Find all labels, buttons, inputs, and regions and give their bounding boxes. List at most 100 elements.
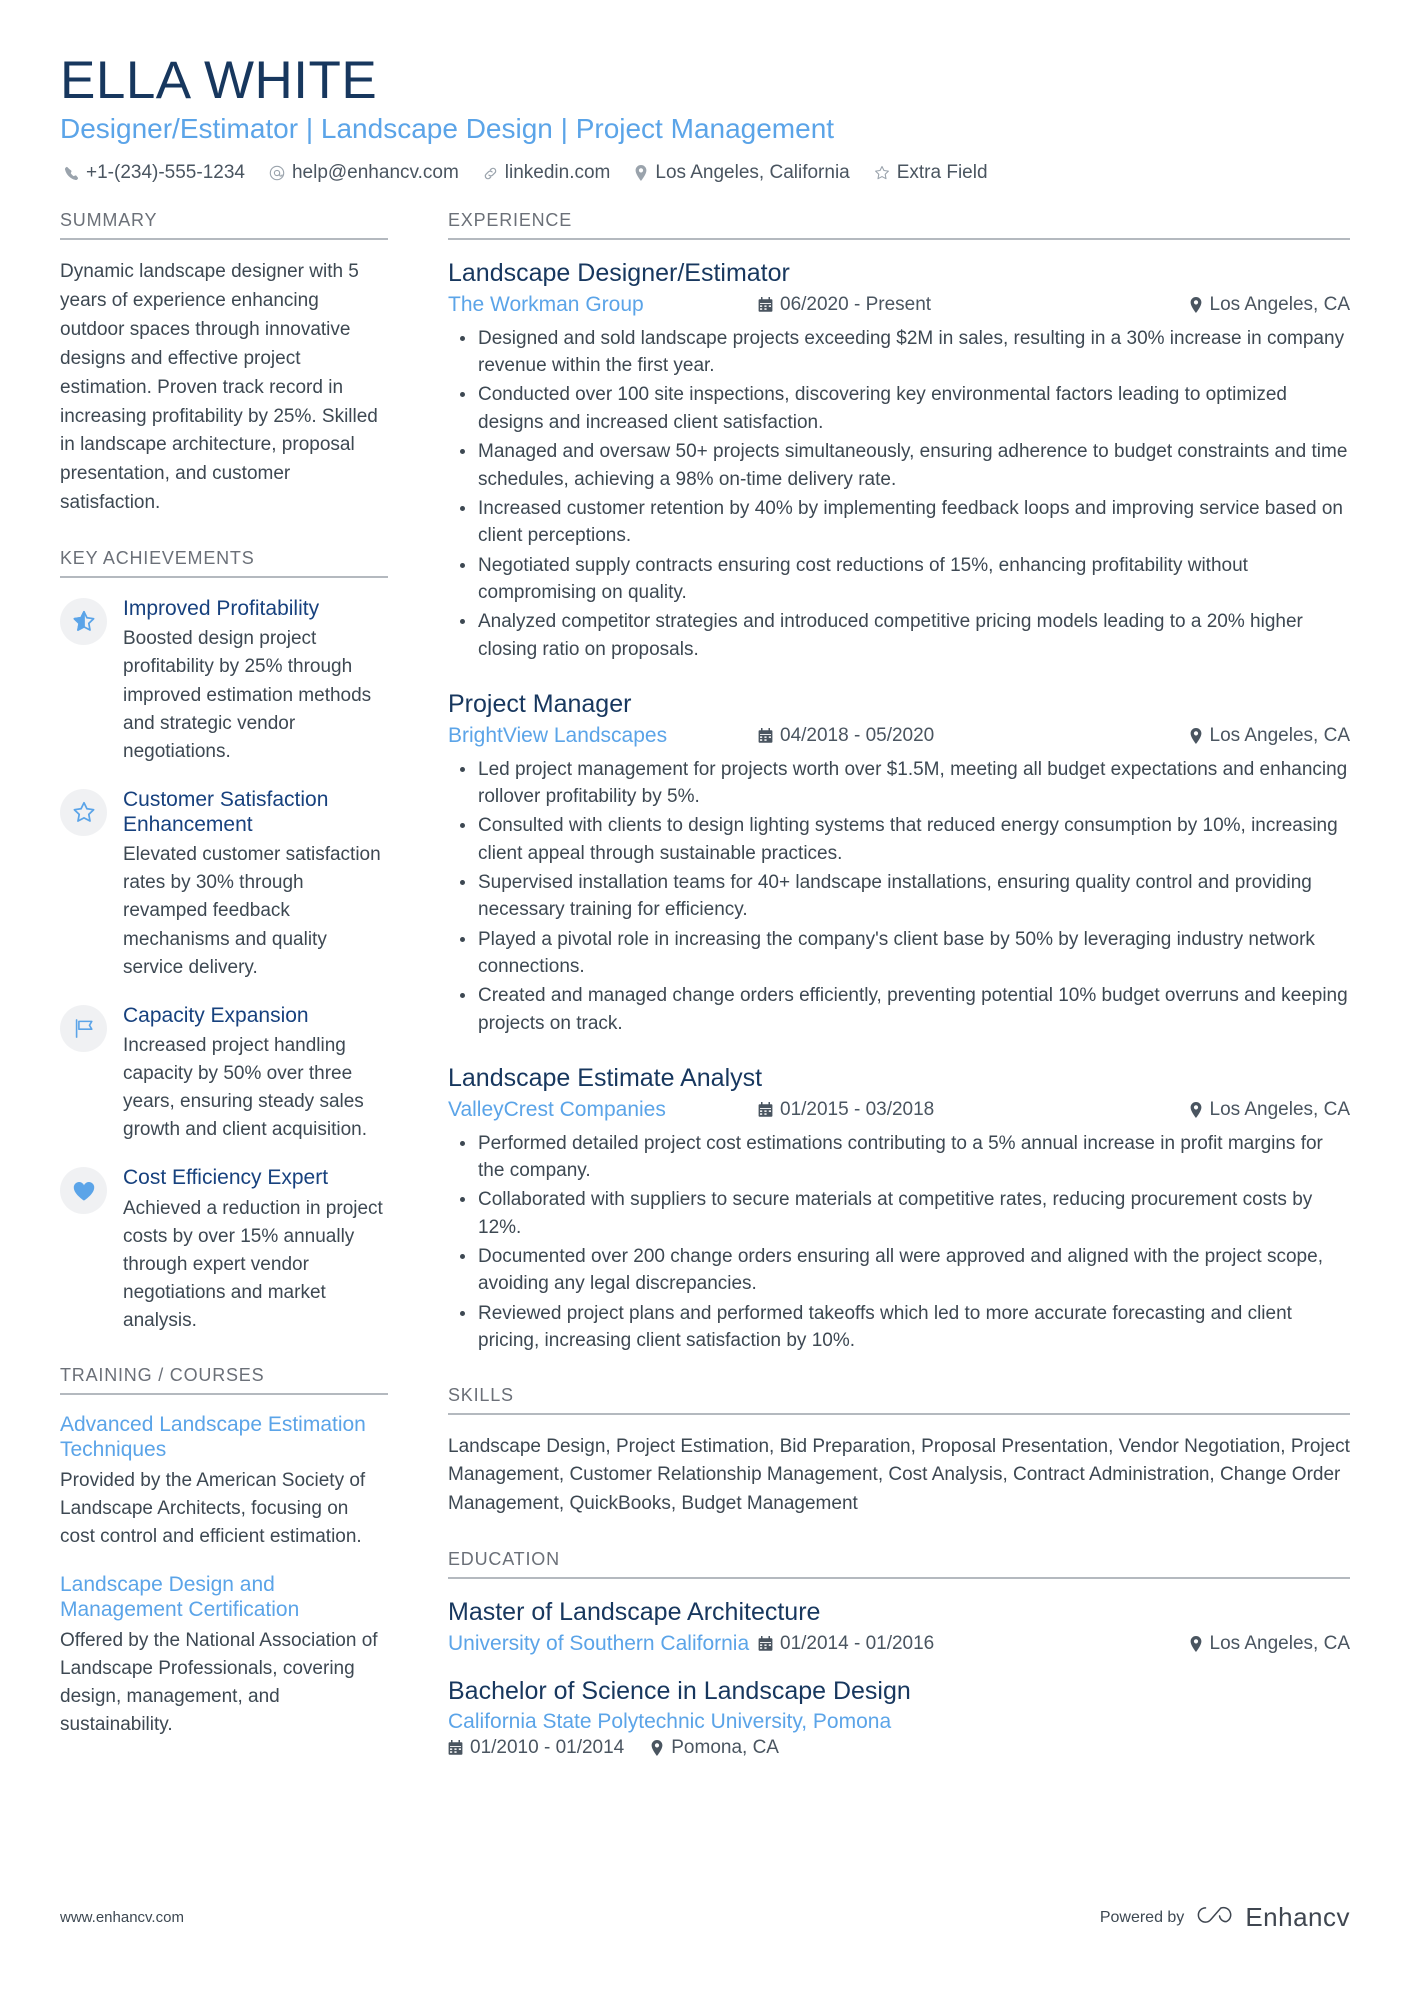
achievement-body: Cost Efficiency Expert Achieved a reduct…: [123, 1165, 388, 1335]
calendar-icon: [758, 1635, 773, 1652]
contact-extra-field[interactable]: Extra Field: [874, 162, 988, 184]
course-description: Provided by the American Society of Land…: [60, 1469, 366, 1547]
achievement-description: Achieved a reduction in project costs by…: [123, 1197, 383, 1332]
resume-page: ELLA WHITE Designer/Estimator | Landscap…: [0, 0, 1410, 1995]
education-location: Los Angeles, CA: [1189, 1633, 1350, 1655]
star-outline-icon: [72, 801, 96, 824]
link-icon: [483, 166, 498, 181]
job-location: Los Angeles, CA: [1189, 725, 1350, 747]
enhancv-logo: Enhancv: [1196, 1902, 1350, 1933]
job-bullet: Reviewed project plans and performed tak…: [460, 1300, 1350, 1355]
location-pin-icon: [1189, 727, 1203, 744]
location-pin-icon: [650, 1740, 664, 1757]
job-title: Landscape Estimate Analyst: [448, 1064, 763, 1093]
contact-phone[interactable]: +1-(234)-555-1234: [64, 162, 245, 184]
section-key-achievements: KEY ACHIEVEMENTS Improved Profitability …: [60, 548, 388, 1335]
skills-text: Landscape Design, Project Estimation, Bi…: [448, 1435, 1350, 1515]
enhancv-mark-icon: [1196, 1902, 1236, 1933]
contact-phone-text: +1-(234)-555-1234: [86, 162, 245, 184]
job-company[interactable]: BrightView Landscapes: [448, 724, 758, 748]
job-dates: 01/2015 - 03/2018: [758, 1099, 934, 1121]
course-item: Landscape Design and Management Certific…: [60, 1573, 388, 1739]
education-section-title: EDUCATION: [448, 1549, 1350, 1580]
job-bullet: Managed and oversaw 50+ projects simulta…: [460, 438, 1350, 493]
resume-header: ELLA WHITE Designer/Estimator | Landscap…: [60, 52, 1350, 184]
candidate-headline: Designer/Estimator | Landscape Design | …: [60, 113, 835, 145]
job-bullet: Supervised installation teams for 40+ la…: [460, 869, 1350, 924]
summary-text: Dynamic landscape designer with 5 years …: [60, 261, 378, 514]
page-footer: www.enhancv.com Powered by Enhancv: [60, 1902, 1350, 1933]
left-column: SUMMARY Dynamic landscape designer with …: [60, 210, 418, 1769]
job-bullets: Led project management for projects wort…: [448, 756, 1350, 1038]
calendar-icon: [448, 1740, 463, 1756]
job-location: Los Angeles, CA: [1189, 294, 1350, 316]
achievement-body: Capacity Expansion Increased project han…: [123, 1003, 388, 1145]
achievement-badge: [60, 1004, 107, 1052]
location-pin-icon: [1189, 1101, 1203, 1118]
education-meta: California State Polytechnic University,…: [448, 1710, 1350, 1734]
job-company[interactable]: The Workman Group: [448, 293, 758, 317]
education-meta: University of Southern California 01/201…: [448, 1632, 1350, 1656]
education-school[interactable]: California State Polytechnic University,…: [448, 1710, 891, 1734]
contact-linkedin[interactable]: linkedin.com: [483, 162, 611, 184]
section-skills: SKILLS Landscape Design, Project Estimat…: [448, 1385, 1350, 1520]
star-half-icon: [72, 610, 96, 633]
experience-section-title: EXPERIENCE: [448, 210, 1350, 241]
job-bullet: Created and managed change orders effici…: [460, 982, 1350, 1037]
contact-email-text: help@enhancv.com: [291, 162, 459, 184]
job-dates: 06/2020 - Present: [758, 294, 931, 316]
section-education: EDUCATION Master of Landscape Architectu…: [448, 1549, 1350, 1759]
job-title: Landscape Designer/Estimator: [448, 259, 790, 288]
job-bullet: Designed and sold landscape projects exc…: [460, 325, 1350, 380]
contact-email[interactable]: help@enhancv.com: [269, 162, 459, 184]
education-dates-text: 01/2010 - 01/2014: [470, 1737, 625, 1759]
summary-section-title: SUMMARY: [60, 210, 388, 241]
heart-icon: [72, 1180, 96, 1202]
location-pin-icon: [1189, 1635, 1203, 1652]
education-submeta: 01/2010 - 01/2014 Pomona, CA: [448, 1737, 1350, 1759]
achievement-title: Capacity Expansion: [123, 1003, 309, 1027]
job-meta: The Workman Group 06/2020 - Present Los: [448, 293, 1350, 317]
calendar-icon: [758, 727, 773, 744]
job-bullet: Negotiated supply contracts ensuring cos…: [460, 552, 1350, 607]
job-dates-text: 04/2018 - 05/2020: [780, 724, 935, 746]
contact-linkedin-text: linkedin.com: [504, 162, 611, 184]
achievement-description: Increased project handling capacity by 5…: [123, 1034, 367, 1141]
achievement-badge: [60, 1167, 107, 1215]
job-company[interactable]: ValleyCrest Companies: [448, 1098, 758, 1122]
education-school[interactable]: University of Southern California: [448, 1632, 758, 1656]
location-pin-icon: [1189, 296, 1203, 313]
job-location-text: Los Angeles, CA: [1209, 293, 1350, 315]
job-meta: ValleyCrest Companies 01/2015 - 03/2018: [448, 1098, 1350, 1122]
job-bullet: Played a pivotal role in increasing the …: [460, 926, 1350, 981]
calendar-icon: [758, 1101, 773, 1118]
achievement-description: Boosted design project profitability by …: [123, 628, 372, 762]
job-location-text: Los Angeles, CA: [1209, 1098, 1350, 1120]
powered-by-label: Powered by: [1099, 1908, 1185, 1926]
contact-location-text: Los Angeles, California: [655, 162, 850, 184]
job-dates-text: 01/2015 - 03/2018: [780, 1098, 935, 1120]
job-bullets: Designed and sold landscape projects exc…: [448, 325, 1350, 663]
education-dates-text: 01/2014 - 01/2016: [780, 1632, 935, 1654]
achievement-description: Elevated customer satisfaction rates by …: [123, 844, 381, 978]
course-title[interactable]: Advanced Landscape Estimation Techniques: [60, 1413, 388, 1463]
achievement-item: Capacity Expansion Increased project han…: [60, 1003, 388, 1145]
education-location-text: Los Angeles, CA: [1209, 1632, 1350, 1654]
experience-item: Landscape Estimate Analyst ValleyCrest C…: [448, 1063, 1350, 1354]
footer-website[interactable]: www.enhancv.com: [60, 1909, 184, 1926]
course-description: Offered by the National Association of L…: [60, 1629, 378, 1735]
education-item: Master of Landscape Architecture Univers…: [448, 1597, 1350, 1656]
job-location-text: Los Angeles, CA: [1209, 724, 1350, 746]
achievement-body: Improved Profitability Boosted design pr…: [123, 596, 388, 766]
job-bullet: Conducted over 100 site inspections, dis…: [460, 381, 1350, 436]
job-dates-text: 06/2020 - Present: [780, 293, 932, 315]
education-dates: 01/2010 - 01/2014: [448, 1737, 624, 1759]
section-experience: EXPERIENCE Landscape Designer/Estimator …: [448, 210, 1350, 1354]
job-location: Los Angeles, CA: [1189, 1099, 1350, 1121]
course-title[interactable]: Landscape Design and Management Certific…: [60, 1573, 388, 1623]
training-section-title: TRAINING / COURSES: [60, 1365, 388, 1396]
achievement-title: Improved Profitability: [123, 597, 320, 621]
job-bullets: Performed detailed project cost estimati…: [448, 1130, 1350, 1355]
enhancv-wordmark: Enhancv: [1245, 1902, 1350, 1932]
location-pin-icon: [634, 165, 648, 182]
